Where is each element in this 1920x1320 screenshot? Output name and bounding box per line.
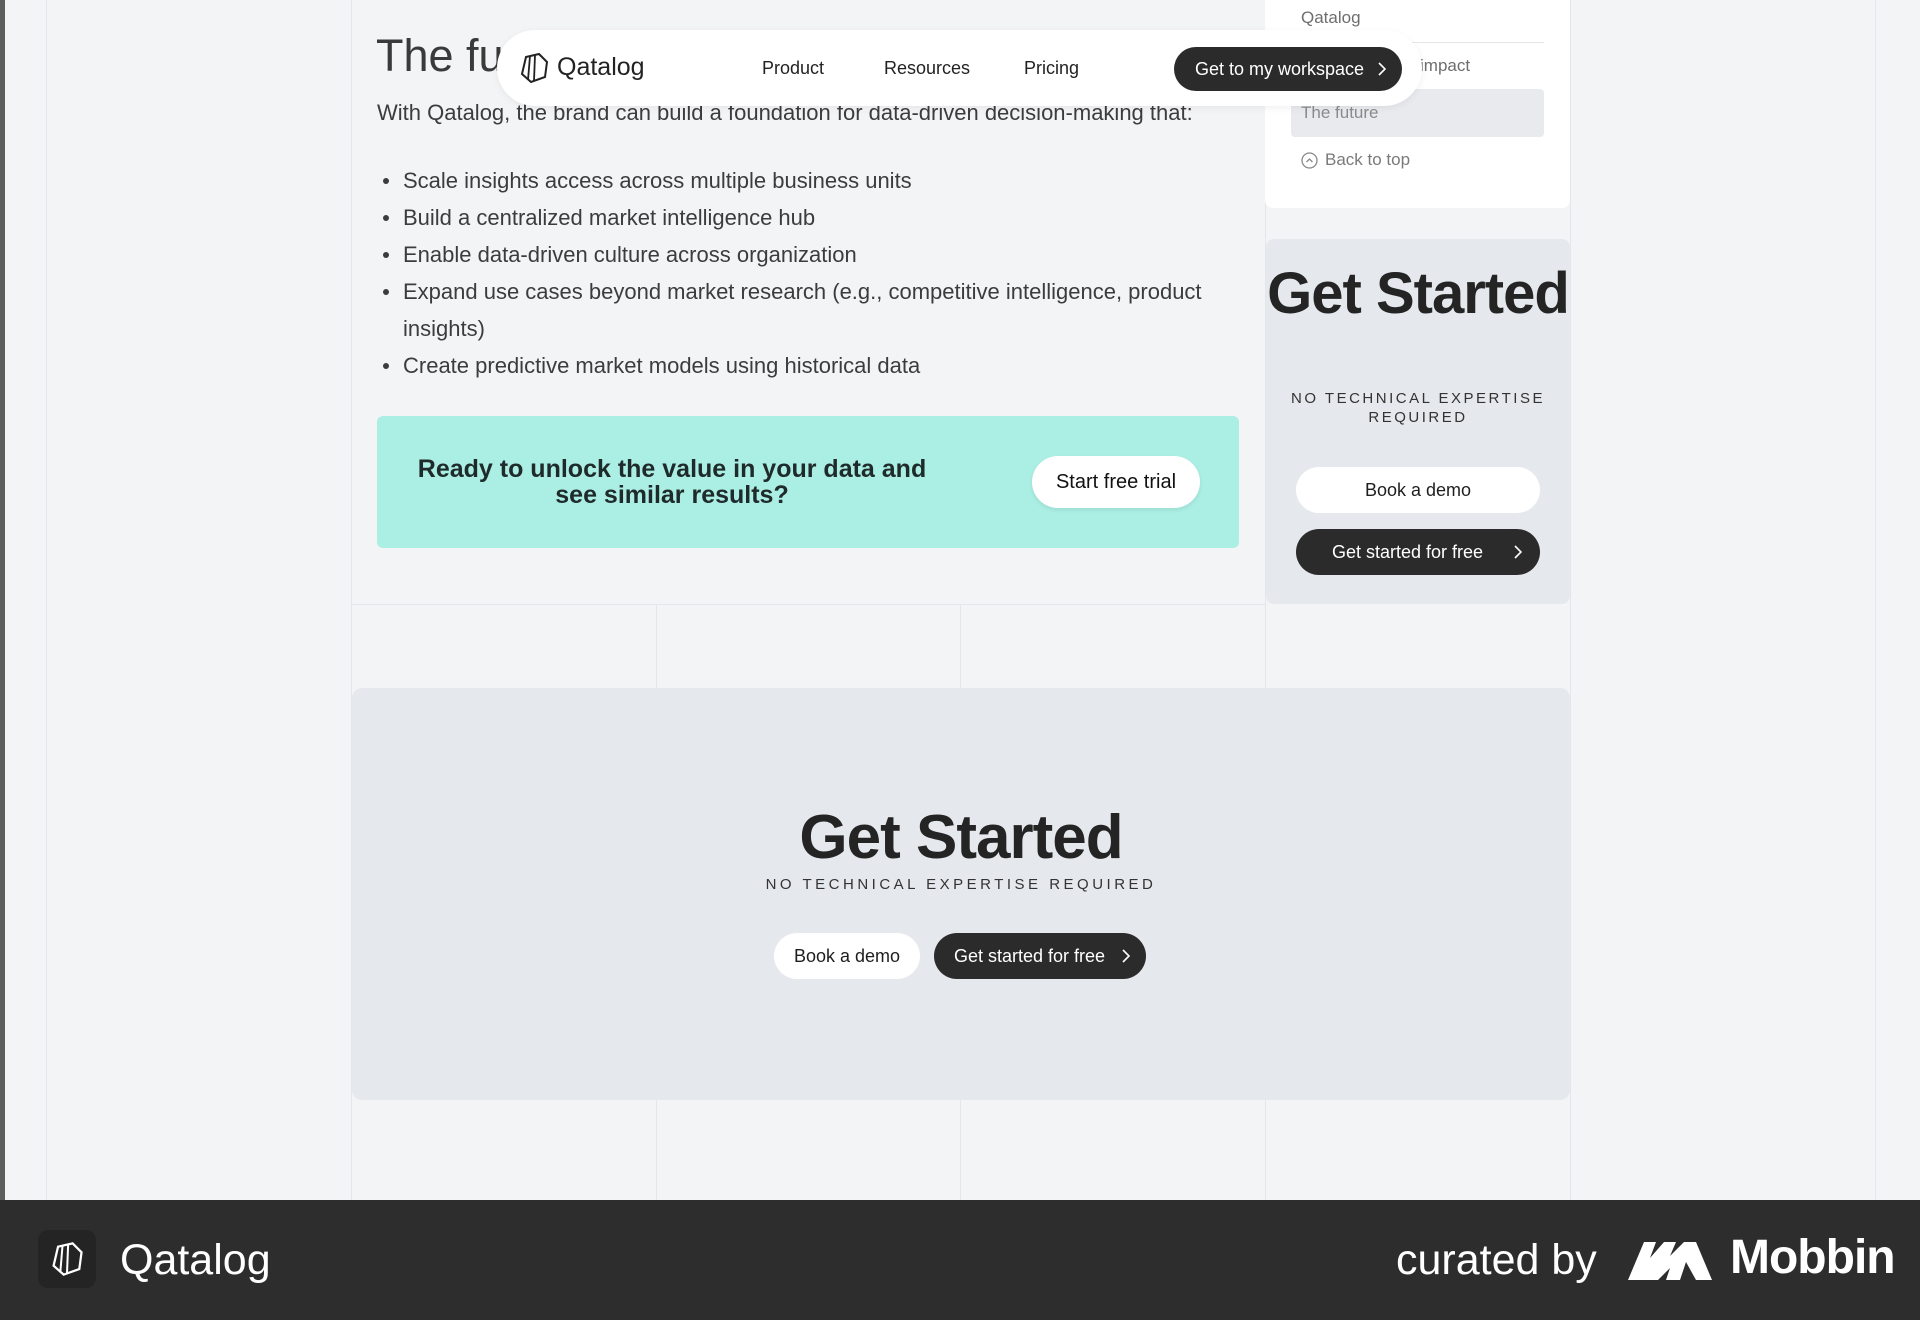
qatalog-logo-icon <box>520 52 549 84</box>
get-started-subtitle: NO TECHNICAL EXPERTISE REQUIRED <box>1291 390 1545 426</box>
chevron-right-icon <box>1377 47 1386 91</box>
back-to-top-label: Back to top <box>1325 150 1411 169</box>
footer-bar: Qatalog curated by Mobbin <box>0 1200 1920 1320</box>
window-edge <box>0 0 5 1200</box>
start-free-trial-button[interactable]: Start free trial <box>1032 456 1200 508</box>
arrow-up-circle-icon <box>1301 151 1318 169</box>
get-started-card: Get Started NO TECHNICAL EXPERTISE REQUI… <box>1266 239 1570 604</box>
section-heading: The fu <box>376 30 504 81</box>
trial-banner-text: Ready to unlock the value in your data a… <box>417 455 927 509</box>
qatalog-app-icon <box>38 1230 96 1288</box>
curator-name: Mobbin <box>1730 1231 1896 1284</box>
trial-banner: Ready to unlock the value in your data a… <box>377 416 1239 548</box>
nav-pricing[interactable]: Pricing <box>1024 58 1079 79</box>
benefits-list: Scale insights access across multiple bu… <box>377 162 1247 384</box>
mobbin-logo-icon <box>1628 1242 1712 1280</box>
nav-resources[interactable]: Resources <box>884 58 970 79</box>
list-item: Scale insights access across multiple bu… <box>377 162 1247 199</box>
footer-app-name: Qatalog <box>120 1236 271 1284</box>
top-navigation: Qatalog Product Resources Pricing Get to… <box>497 30 1422 106</box>
nav-product[interactable]: Product <box>762 58 824 79</box>
book-demo-button[interactable]: Book a demo <box>774 933 920 979</box>
back-to-top-link[interactable]: Back to top <box>1301 150 1410 170</box>
get-started-free-label: Get started for free <box>954 945 1106 966</box>
workspace-button-label: Get to my workspace <box>1195 58 1365 79</box>
get-started-title: Get Started <box>799 803 1123 872</box>
list-item: Build a centralized market intelligence … <box>377 199 1247 236</box>
get-started-section: Get Started NO TECHNICAL EXPERTISE REQUI… <box>352 688 1570 1100</box>
workspace-button[interactable]: Get to my workspace <box>1174 47 1402 91</box>
get-started-free-label: Get started for free <box>1332 541 1484 562</box>
curated-by-label: curated by <box>1396 1236 1597 1284</box>
get-started-subtitle: NO TECHNICAL EXPERTISE REQUIRED <box>765 876 1157 893</box>
toc-item-label[interactable]: The future <box>1301 103 1379 123</box>
brand-name[interactable]: Qatalog <box>557 53 645 82</box>
book-demo-button[interactable]: Book a demo <box>1296 467 1540 513</box>
toc-item[interactable]: impact <box>1420 56 1470 76</box>
list-item: Create predictive market models using hi… <box>377 347 1247 384</box>
get-started-title: Get Started <box>1267 261 1570 326</box>
list-item: Enable data-driven culture across organi… <box>377 236 1247 273</box>
grid-line <box>351 604 1265 605</box>
list-item: Expand use cases beyond market research … <box>377 273 1247 347</box>
grid-line <box>46 0 47 1200</box>
grid-line <box>1570 0 1571 1200</box>
grid-line <box>1875 0 1876 1200</box>
get-started-free-button[interactable]: Get started for free <box>934 933 1146 979</box>
get-started-free-button[interactable]: Get started for free <box>1296 529 1540 575</box>
chevron-right-icon <box>1121 933 1130 979</box>
toc-item[interactable]: Qatalog <box>1301 8 1361 28</box>
chevron-right-icon <box>1513 529 1522 575</box>
